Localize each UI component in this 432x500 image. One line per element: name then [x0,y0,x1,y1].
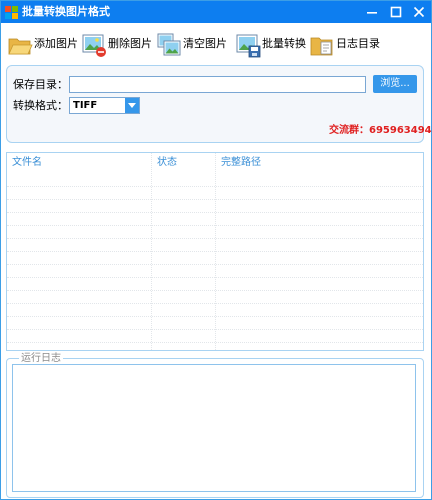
chevron-down-icon[interactable] [125,98,139,113]
delete-images-label: 删除图片 [108,37,152,50]
row-divider [7,199,423,200]
maximize-icon [390,6,402,18]
group-info: 交流群：695963494 [329,125,432,136]
row-divider [7,303,423,304]
close-icon [413,6,425,18]
maximize-button[interactable] [386,3,406,21]
app-icon [5,6,18,19]
minimize-button[interactable] [362,3,382,21]
images-clear-icon [157,33,181,56]
file-table[interactable]: 文件名 状态 完整路径 [6,152,424,351]
row-divider [7,277,423,278]
row-divider [7,251,423,252]
toolbar: 添加图片 删除图片 清空图片 批量转换 日志目录 [1,25,431,63]
row-divider [7,290,423,291]
batch-convert-button[interactable]: 批量转换 [235,29,307,59]
log-panel: 运行日志 [6,352,424,498]
row-divider [7,212,423,213]
row-divider [7,342,423,343]
close-button[interactable] [409,3,429,21]
clear-images-button[interactable]: 清空图片 [156,29,228,59]
minimize-icon [367,12,377,14]
settings-panel: 保存目录： 浏览... 转换格式： TIFF 交流群：695963494 [6,65,432,143]
row-divider [7,264,423,265]
row-divider [7,225,423,226]
window-title: 批量转换图片格式 [22,5,110,18]
folder-open-icon [8,38,33,55]
folder-document-icon [310,37,333,56]
app-window: 批量转换图片格式 添加图片 删除图片 清空图片 批量转换 日志目录 保存目录： … [0,0,432,500]
log-directory-label: 日志目录 [336,37,380,50]
log-textarea[interactable] [12,364,416,492]
row-divider [7,329,423,330]
save-dir-input[interactable] [69,76,366,93]
column-header-fullpath[interactable]: 完整路径 [221,156,261,170]
column-header-status[interactable]: 状态 [157,156,177,170]
format-selected-value: TIFF [73,100,98,111]
title-bar[interactable]: 批量转换图片格式 [1,1,431,23]
browse-button[interactable]: 浏览... [373,75,417,93]
format-label: 转换格式： [13,99,68,112]
image-delete-icon [82,34,106,57]
add-images-button[interactable]: 添加图片 [7,29,78,59]
add-images-label: 添加图片 [34,37,78,50]
image-convert-icon [236,34,261,58]
batch-convert-label: 批量转换 [262,37,306,50]
row-divider [7,186,423,187]
row-divider [7,316,423,317]
row-divider [7,238,423,239]
delete-images-button[interactable]: 删除图片 [81,29,153,59]
save-dir-label: 保存目录： [13,78,68,91]
format-select[interactable]: TIFF [69,97,140,114]
column-header-filename[interactable]: 文件名 [12,156,42,170]
clear-images-label: 清空图片 [183,37,227,50]
log-directory-button[interactable]: 日志目录 [309,29,381,59]
